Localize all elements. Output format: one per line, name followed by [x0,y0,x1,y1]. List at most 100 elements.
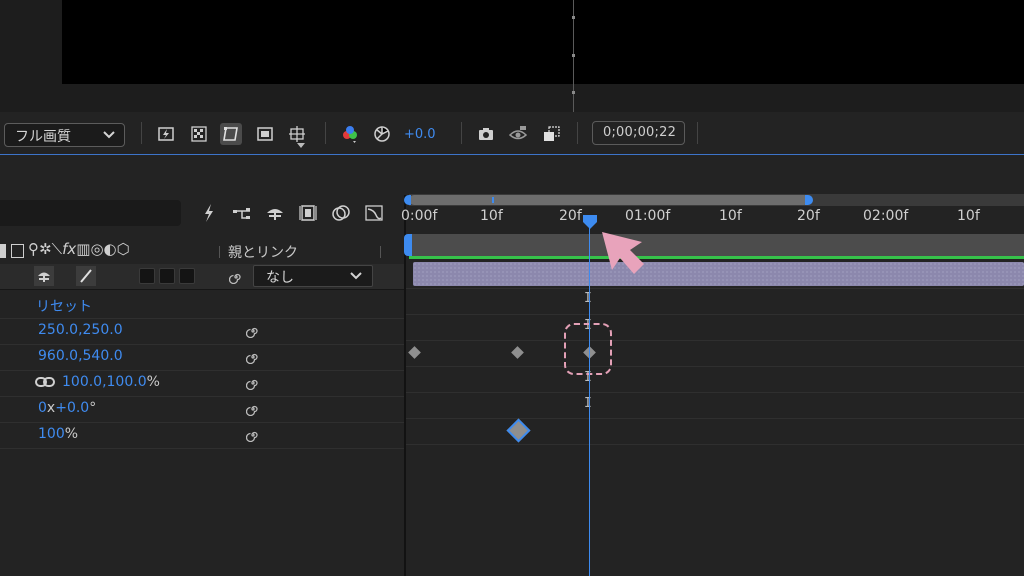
guide-point [572,16,575,19]
guide-point [572,91,575,94]
frame-blending-button[interactable] [265,203,285,223]
parent-link-column-header: 親とリンク [228,245,298,261]
ruler-label: 10f [480,208,503,224]
transform-reset-link[interactable]: リセット [36,296,92,316]
exposure-value[interactable]: +0.0 [404,127,436,142]
exposure-reset-icon [374,126,390,142]
show-channel-button[interactable] [339,123,361,145]
current-time-indicator-mark: I [584,396,592,411]
draft-3d-button[interactable] [199,203,219,223]
comp-start-handle[interactable] [404,234,412,256]
effects-column-icon: fx [62,240,77,258]
transform-reset-row: リセット [0,292,404,319]
column-separator [219,246,220,258]
position-value[interactable]: 960.0,540.0 [38,348,123,364]
take-snapshot-button[interactable] [475,123,497,145]
comp-duration-bar [409,234,1024,256]
frame-blending-icon [267,209,283,220]
solo-column-icon[interactable] [11,244,24,258]
switches-column-icons[interactable]: ⚲✲⟍fx▥◎◐⬡ [28,240,130,258]
chain-link-icon[interactable] [35,375,55,389]
row-divider [406,340,1024,341]
transparency-grid-button[interactable] [188,123,210,145]
layer-search-input[interactable] [0,200,181,226]
spiral-pickwhip-icon[interactable] [229,270,243,284]
composition-canvas[interactable] [62,0,1024,84]
motion-blur-icon [299,205,317,221]
keyframe-icon[interactable] [408,346,421,359]
pointer-arrow-icon [602,232,644,274]
spiral-pickwhip-icon[interactable] [246,402,260,416]
frame-blend-switch[interactable] [159,268,175,284]
motion-blur-button[interactable] [298,203,318,223]
graph-editor-icon [365,205,383,221]
snapshot-camera-icon [479,128,493,140]
row-divider [406,366,1024,367]
highlight-annotation [564,323,612,375]
anchor-point-row: 250.0,250.0 [0,318,404,345]
3d-view-button[interactable] [541,123,563,145]
timeline-panel-header [0,155,1024,195]
spiral-pickwhip-icon[interactable] [246,428,260,442]
safe-margins-button[interactable] [286,123,308,145]
graph-editor-button[interactable] [364,203,384,223]
chevron-down-icon [350,272,362,280]
spiral-pickwhip-icon[interactable] [246,350,260,364]
selected-keyframe-icon[interactable] [506,418,531,443]
resolution-dropdown[interactable]: フル画質 [4,123,125,147]
playhead-line[interactable] [589,224,590,576]
ruler-label: 0:00f [401,208,438,224]
spiral-pickwhip-icon[interactable] [246,324,260,338]
opacity-value[interactable]: 100% [38,426,78,442]
ruler-label: 01:00f [625,208,671,224]
draft-3d-icon [205,204,213,222]
scale-value[interactable]: 100.0,100.0% [62,374,160,390]
region-of-interest-button[interactable] [254,123,276,145]
chevron-down-icon[interactable] [296,143,306,149]
current-timecode: 0;00;00;22 [603,125,677,140]
playhead-handle[interactable] [582,214,598,230]
keyframe-icon[interactable] [511,346,524,359]
quality-switch[interactable] [76,266,96,286]
current-time-indicator-mark: I [584,291,592,306]
toolbar-separator [697,122,698,144]
circles-icon [332,205,350,221]
row-divider [406,444,1024,445]
work-area-start-handle[interactable] [404,195,411,205]
effects-switch[interactable] [139,268,155,284]
work-area-bar[interactable] [409,195,809,205]
row-divider [406,314,1024,315]
shy-icon [38,272,50,282]
region-of-interest-icon [257,127,273,141]
reset-exposure-button[interactable] [371,123,393,145]
anchor-point-value[interactable]: 250.0,250.0 [38,322,123,338]
mask-path-toggle[interactable] [220,123,242,145]
guide-point [572,54,575,57]
label-column-icon [0,244,6,258]
ruler-label: 20f [559,208,582,224]
collapse-column-icon: ✲ [39,240,52,258]
current-time-display[interactable]: 0;00;00;22 [592,121,685,145]
rotation-row: 0x+0.0° [0,396,404,423]
shy-column-icon: ⚲ [28,240,39,258]
show-snapshot-button[interactable] [507,123,529,145]
shy-switch[interactable] [34,266,54,286]
quality-column-icon: ⟍ [51,240,63,258]
scale-row: 100.0,100.0% [0,370,404,397]
fast-preview-button[interactable] [155,123,177,145]
frame-blend-column-icon: ▥ [76,240,91,258]
toolbar-separator [325,122,326,144]
layer-duration-bar[interactable] [413,262,1024,286]
motion-blur-column-icon: ◎ [90,240,104,258]
parent-select[interactable]: なし [253,265,373,287]
rotation-value[interactable]: 0x+0.0° [38,400,96,416]
spiral-pickwhip-icon[interactable] [246,376,260,390]
ruler-label: 02:00f [863,208,909,224]
motion-blur-switch[interactable] [179,268,195,284]
shy-layers-button[interactable] [232,203,252,223]
show-snapshot-icon [508,126,528,140]
row-divider [406,392,1024,393]
ruler-label: 10f [719,208,742,224]
layer-blur-button[interactable] [331,203,351,223]
quality-line-icon [80,269,92,283]
